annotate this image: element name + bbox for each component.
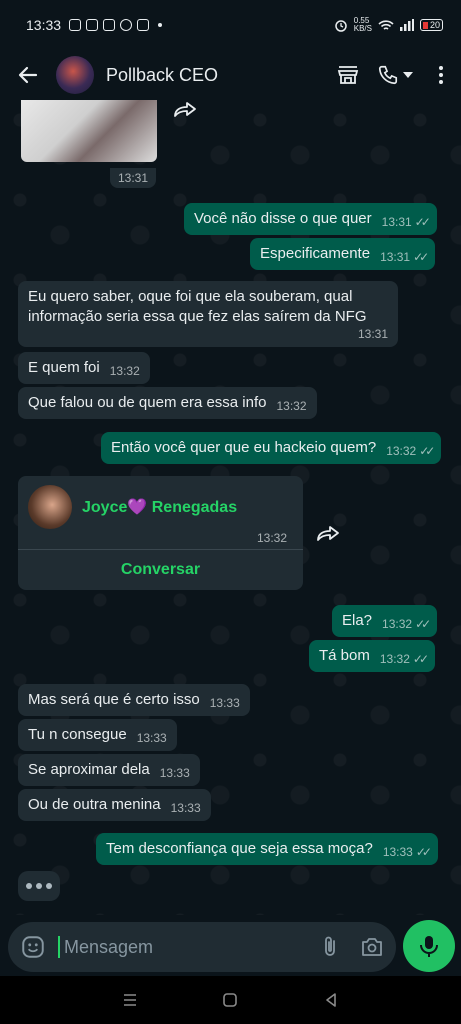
message-text: Tá bom [319,647,370,664]
conversar-button[interactable]: Conversar [18,549,303,590]
double-check-icon: ✓✓ [414,215,431,229]
chat-header: Pollback CEO [0,50,461,100]
message-text: Tu n consegue [28,726,127,743]
double-check-icon: ✓✓ [415,845,432,859]
shared-contact-name: Joyce💜 Renegadas [82,499,238,516]
message-text: Ela? [342,612,373,629]
message-incoming[interactable]: Que falou ou de quem era essa info 13:32 [18,387,317,419]
message-incoming[interactable]: Se aproximar dela 13:33 [18,754,200,786]
composer-bar [0,918,461,974]
message-text: Então você quer que eu hackeio quem? [111,439,377,456]
typing-indicator [18,871,60,901]
message-outgoing[interactable]: Então você quer que eu hackeio quem? 13:3… [101,432,442,464]
more-notifications-icon [158,23,163,27]
contact-avatar[interactable] [56,56,94,94]
message-time: 13:33 [159,766,190,780]
catalog-store-icon[interactable] [335,62,361,88]
wifi-icon [378,19,394,30]
signal-icon [399,19,414,31]
message-input[interactable] [64,936,300,958]
home-button[interactable] [220,990,240,1010]
message-time: 13:33 [209,696,240,710]
message-text: Mas será que é certo isso [28,691,200,708]
message-text: E quem foi [28,359,100,376]
back-arrow-icon[interactable] [16,63,40,87]
status-time: 13:33 [26,17,62,33]
double-check-icon: ✓✓ [412,652,429,666]
message-text: Ou de outra menina [28,796,161,813]
microphone-icon [420,936,438,957]
menu-lines-icon [124,994,137,1006]
shared-contact-card[interactable]: Joyce💜 Renegadas 13:32 Conversar [18,476,303,590]
message-text: Você não disse o que quer [194,210,372,227]
message-outgoing[interactable]: Tá bom 13:32 ✓✓ [309,640,435,672]
message-text: Se aproximar dela [28,761,150,778]
message-input-box[interactable] [8,922,396,972]
battery-level: 20 [429,20,440,30]
more-options-icon[interactable] [433,62,449,88]
message-text-line2: informação seria essa que fez elas saíre… [28,308,367,325]
instagram-icon [69,19,82,31]
message-outgoing[interactable]: Especificamente 13:31 ✓✓ [250,238,436,270]
system-navigation-bar [0,976,461,1024]
status-bar: 13:33 0.55 KB/S 20 [0,0,461,50]
whatsapp-icon [120,19,133,31]
voice-message-button[interactable] [403,920,455,972]
back-triangle-icon [326,993,336,1007]
message-time: 13:32 [379,652,410,666]
home-square-icon [223,993,238,1007]
message-time: 13:33 [382,845,413,859]
message-time: 13:33 [136,731,167,745]
chat-area[interactable]: 13:31 Você não disse o que quer 13:31 ✓✓ E… [0,100,461,915]
message-incoming[interactable]: Tu n consegue 13:33 [18,719,177,751]
text-cursor [58,936,60,958]
phone-icon [378,65,398,85]
message-incoming[interactable]: E quem foi 13:32 [18,352,150,384]
double-check-icon: ✓✓ [413,250,429,264]
message-time: 13:32 [276,399,307,413]
sticker-emoji-icon[interactable] [20,934,46,960]
status-right: 0.55 KB/S 20 [334,17,443,33]
message-text: Tem desconfiança que seja essa moça? [106,840,373,857]
forward-icon[interactable] [173,100,199,118]
message-outgoing[interactable]: Ela? 13:32 ✓✓ [332,605,438,637]
message-outgoing[interactable]: Tem desconfiança que seja essa moça? 13:3… [96,833,438,865]
message-text-line1: Eu quero saber, oque foi que ela soubera… [28,288,353,305]
dropdown-arrow-icon [403,72,413,78]
message-outgoing[interactable]: Você não disse o que quer 13:31 ✓✓ [184,203,437,235]
battery-icon: 20 [419,19,443,31]
message-time: 13:31 [357,327,388,341]
camera-icon[interactable] [360,935,384,959]
shared-contact-time: 13:32 [257,531,288,545]
message-time: 13:32 [109,364,140,378]
message-time: 13:33 [170,801,201,815]
message-text: Que falou ou de quem era essa info [28,394,267,411]
image-message[interactable] [21,100,157,162]
net-speed: 0.55 KB/S [353,16,372,33]
double-check-icon: ✓✓ [415,617,431,631]
contact-name[interactable]: Pollback CEO [106,65,321,86]
instagram-icon [86,19,99,31]
instagram-icon [137,19,150,31]
image-message-time: 13:31 [110,168,157,188]
double-check-icon: ✓✓ [419,444,435,458]
shared-contact-avatar [28,485,72,529]
message-time: 13:31 [380,250,411,264]
instagram-icon [103,19,116,31]
call-button[interactable] [375,62,415,88]
message-text: Especificamente [260,245,371,262]
message-time: 13:32 [382,617,413,631]
message-time: 13:31 [381,215,412,229]
message-time: 13:32 [386,444,417,458]
forward-icon[interactable] [316,524,342,542]
message-incoming[interactable]: Eu quero saber, oque foi que ela soubera… [18,281,398,347]
notification-icons [69,19,163,31]
message-incoming[interactable]: Ou de outra menina 13:33 [18,789,211,821]
recent-apps-button[interactable] [120,990,140,1010]
alarm-icon [335,20,347,32]
message-incoming[interactable]: Mas será que é certo isso 13:33 [18,684,250,716]
paperclip-icon[interactable] [318,935,342,959]
back-button[interactable] [321,990,341,1010]
